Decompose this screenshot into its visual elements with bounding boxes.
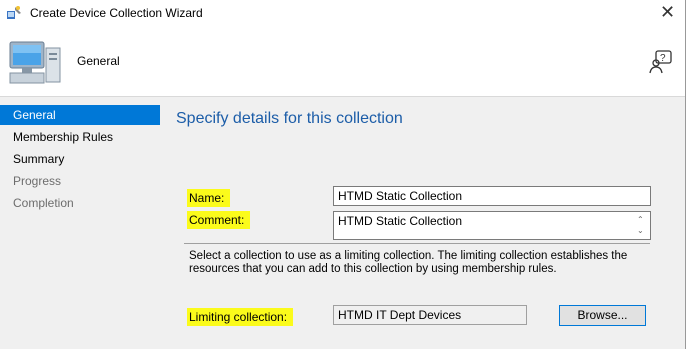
nav-item-summary[interactable]: Summary: [0, 149, 160, 169]
nav-item-progress: Progress: [13, 174, 62, 188]
limiting-description: Select a collection to use as a limiting…: [189, 250, 628, 275]
wizard-icon: [7, 6, 21, 19]
name-field[interactable]: HTMD Static Collection: [333, 186, 651, 206]
nav-item-completion: Completion: [13, 196, 74, 210]
comment-field[interactable]: HTMD Static Collection ⌃ ⌄: [333, 211, 651, 240]
comment-text: HTMD Static Collection: [338, 214, 463, 228]
limiting-collection-field: HTMD IT Dept Devices: [333, 305, 527, 325]
comment-label: Comment:: [187, 211, 251, 229]
nav-item-general[interactable]: General: [0, 105, 160, 125]
close-icon[interactable]: ✕: [660, 3, 675, 21]
section-heading: Specify details for this collection: [176, 110, 403, 127]
browse-button[interactable]: Browse...: [559, 305, 646, 326]
wizard-nav: General Membership Rules Summary Progres…: [0, 97, 164, 349]
computer-icon: [9, 41, 61, 84]
limiting-collection-label: Limiting collection:: [187, 308, 294, 326]
svg-text:?: ?: [660, 53, 666, 64]
comment-scrollbar[interactable]: ⌃ ⌄: [637, 214, 647, 236]
title-bar: Create Device Collection Wizard ✕: [0, 0, 685, 26]
section-divider: [184, 243, 650, 244]
background-window-edge: [685, 0, 691, 349]
page-title: General: [77, 54, 120, 68]
name-label: Name:: [187, 189, 231, 207]
wizard-header: General ?: [0, 26, 685, 96]
help-icon[interactable]: ?: [648, 48, 674, 74]
window-title: Create Device Collection Wizard: [30, 6, 203, 20]
nav-item-membership-rules[interactable]: Membership Rules: [0, 127, 160, 147]
